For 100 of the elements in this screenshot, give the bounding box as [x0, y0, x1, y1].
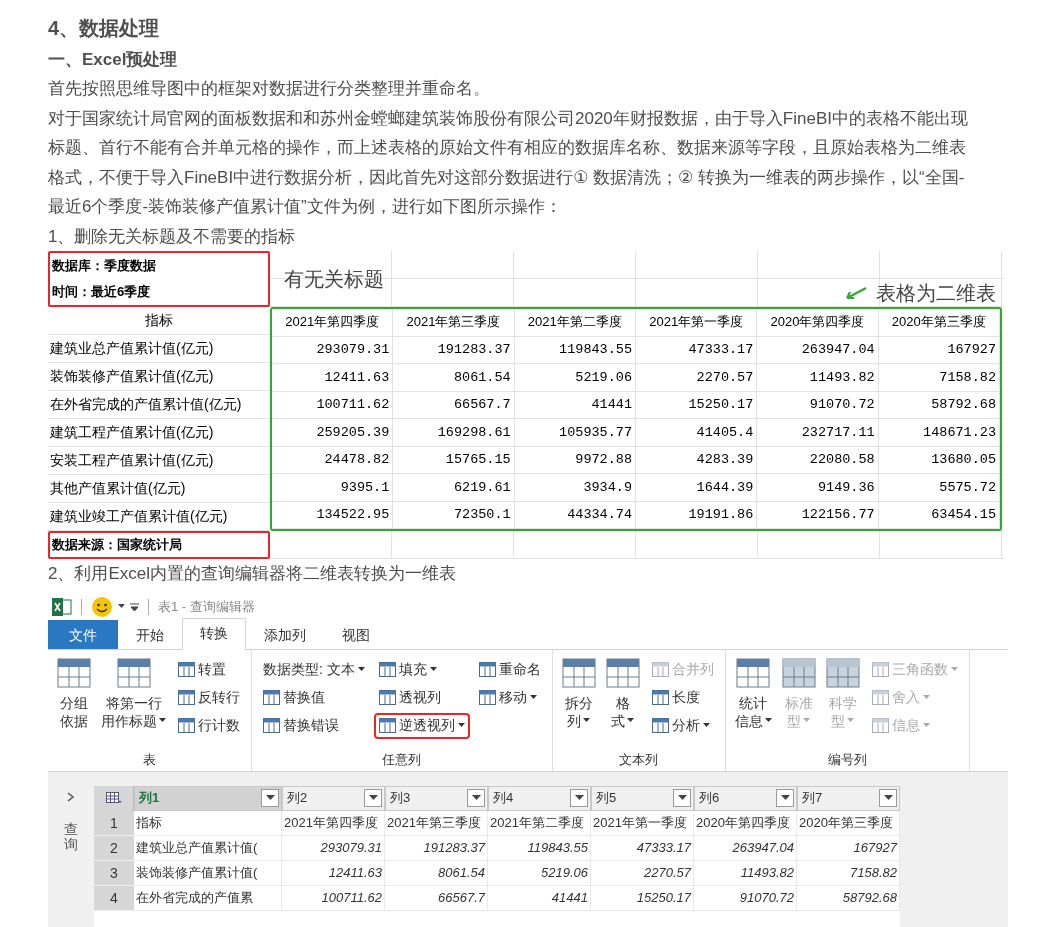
- step-heading: 1、删除无关标题及不需要的指标: [48, 225, 297, 248]
- row-number: 4: [94, 885, 134, 911]
- ribbon-button[interactable]: 行计数: [173, 712, 245, 739]
- table-cell: 191283.37: [385, 835, 488, 861]
- table-cell: 24478.82: [272, 446, 394, 474]
- table-cell: 63454.15: [878, 501, 1000, 529]
- caret-icon: [780, 795, 790, 801]
- annotation-text: 有无关标题: [283, 266, 385, 292]
- table-icon: [378, 662, 396, 677]
- customize-menu-icon[interactable]: [130, 602, 139, 611]
- filter-dropdown-button[interactable]: [776, 789, 794, 807]
- ribbon-tab[interactable]: 转换: [182, 617, 246, 650]
- table-cell: 15250.17: [591, 885, 694, 911]
- table-cell: 9395.1: [272, 474, 394, 502]
- table-cell: 41441: [488, 885, 591, 911]
- table-icon: [57, 657, 91, 688]
- column-header[interactable]: 列1: [134, 785, 282, 811]
- caret-icon: [357, 667, 365, 672]
- filter-dropdown-button[interactable]: [570, 789, 588, 807]
- caret-icon: [847, 718, 855, 723]
- caret-icon: [803, 718, 811, 723]
- ribbon-button[interactable]: 反转行: [173, 684, 245, 711]
- caret-icon: [529, 695, 537, 700]
- caret-icon: [627, 718, 635, 723]
- table-cell: 100711.62: [272, 391, 394, 419]
- ribbon-button[interactable]: 统计 信息: [731, 653, 775, 749]
- table-cell: 7158.82: [878, 364, 1000, 392]
- ribbon-button[interactable]: 格 式: [602, 653, 643, 749]
- table-cell: 58792.68: [797, 885, 900, 911]
- column-header[interactable]: 列6: [694, 785, 797, 811]
- ribbon-button[interactable]: 拆分 列: [558, 653, 599, 749]
- table-cell: 12411.63: [272, 364, 394, 392]
- ribbon-button[interactable]: 重命名: [473, 656, 546, 683]
- ribbon-tab[interactable]: 文件: [48, 619, 118, 649]
- ribbon-tab[interactable]: 开始: [118, 619, 182, 649]
- table-cell: 8061.54: [385, 860, 488, 886]
- caret-icon: [764, 718, 772, 723]
- filter-dropdown-button[interactable]: [673, 789, 691, 807]
- table-cell: 72350.1: [393, 501, 515, 529]
- ribbon-button[interactable]: 填充: [373, 656, 470, 683]
- ribbon-button[interactable]: 逆透视列: [373, 712, 470, 739]
- ribbon-button[interactable]: 分析: [646, 712, 719, 739]
- table-cell: 263947.04: [694, 835, 797, 861]
- smiley-icon[interactable]: [91, 595, 113, 618]
- table-cell: 2020年第四季度: [694, 810, 797, 836]
- ribbon-button[interactable]: 替换错误: [258, 712, 370, 739]
- filter-dropdown-button[interactable]: [879, 789, 897, 807]
- column-header[interactable]: 列4: [488, 785, 591, 811]
- table-cell: 指标: [134, 810, 282, 836]
- ribbon-button[interactable]: 移动: [473, 684, 546, 711]
- table-cell-text: 建筑业竣工产值累计值(亿元): [49, 507, 229, 526]
- caret-icon: [922, 695, 930, 700]
- table-icon: [871, 718, 889, 733]
- table-cell: 119843.55: [514, 336, 636, 364]
- filter-dropdown-button[interactable]: [364, 789, 382, 807]
- caret-icon: [583, 718, 591, 723]
- column-header[interactable]: 列3: [385, 785, 488, 811]
- expand-icon[interactable]: [67, 791, 75, 802]
- table-icon: [178, 662, 195, 677]
- caret-icon: [950, 667, 958, 672]
- ribbon-button[interactable]: 转置: [173, 656, 245, 683]
- ribbon-tab[interactable]: 视图: [324, 619, 388, 649]
- table-menu-button[interactable]: [94, 785, 134, 811]
- ribbon-group-label: 编号列: [826, 750, 868, 769]
- filter-dropdown-button[interactable]: [261, 789, 279, 807]
- table-cell: 9149.36: [757, 474, 879, 502]
- table-cell-text: 指标: [144, 311, 174, 330]
- table-cell: 191283.37: [393, 336, 515, 364]
- table-cell: 100711.62: [282, 885, 385, 911]
- paragraph: 对于国家统计局官网的面板数据和和苏州金螳螂建筑装饰股份有限公司2020年财报数据，由于导入FineBI中的表格不能出现标题、首行不能有合并单元格的操作，而上述表格的原始文件有相应的数据库名称、数据来源等字段，且原始表格为二维表格式，不便于导入FineBI中进行数据分析，因此首先对这部分数据进行① 数据清洗；② 转换为一维表的两步操作，以“全国-最近6个季度-装饰装修产值累计值”文件为例，进行如下图所示操作：: [48, 107, 969, 218]
- table-cell: 41441: [514, 391, 636, 419]
- table-cell: 2020年第四季度: [757, 309, 879, 337]
- table-cell: 47333.17: [636, 336, 758, 364]
- column-header[interactable]: 列7: [797, 785, 900, 811]
- table-cell: 122156.77: [757, 501, 879, 529]
- table-cell-text: 建筑工程产值累计值(亿元): [49, 423, 215, 442]
- caret-icon: [159, 718, 166, 723]
- table-icon: [478, 662, 496, 677]
- table-cell: 2021年第一季度: [636, 309, 758, 337]
- column-header[interactable]: 列5: [591, 785, 694, 811]
- ribbon-button[interactable]: 长度: [646, 684, 719, 711]
- ribbon-button[interactable]: 数据类型: 文本: [258, 656, 370, 683]
- table-cell: 2021年第一季度: [591, 810, 694, 836]
- table-cell: 293079.31: [272, 336, 394, 364]
- table-icon: [871, 690, 889, 705]
- table-cell-text: 建筑业总产值累计值(亿元): [49, 339, 215, 358]
- table-cell-text: 其他产值累计值(亿元): [49, 479, 187, 498]
- ribbon-button[interactable]: 透视列: [373, 684, 470, 711]
- table-cell: 119843.55: [488, 835, 591, 861]
- ribbon-tab[interactable]: 添加列: [246, 619, 324, 649]
- table-icon: [651, 718, 669, 733]
- ribbon-button[interactable]: 替换值: [258, 684, 370, 711]
- ribbon-button[interactable]: 将第一行 用作标题: [98, 653, 169, 749]
- table-icon: [105, 792, 122, 804]
- spreadsheet-app-icon: [52, 597, 72, 616]
- caret-icon[interactable]: [118, 604, 125, 609]
- ribbon-button[interactable]: 分组 依据: [54, 653, 94, 749]
- table-cell: 1644.39: [636, 474, 758, 502]
- column-header[interactable]: 列2: [282, 785, 385, 811]
- filter-dropdown-button[interactable]: [467, 789, 485, 807]
